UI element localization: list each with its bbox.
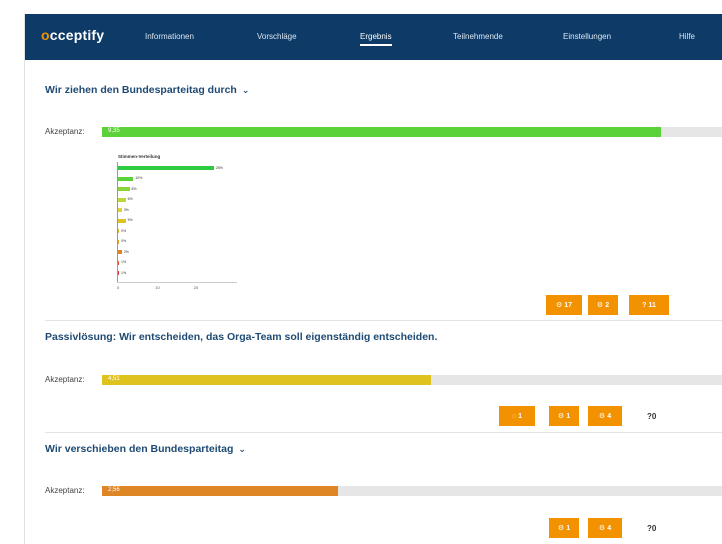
proposal-title[interactable]: Wir verschieben den Bundesparteitag ⌄ <box>45 443 246 455</box>
nav-item-hilfe[interactable]: Hilfe <box>679 32 695 41</box>
comments-button[interactable]: ◌ 1 <box>499 406 535 426</box>
section-divider <box>45 320 722 321</box>
gear-icon: ⚙ <box>596 302 604 309</box>
nav-item-einstellungen[interactable]: Einstellungen <box>563 32 611 41</box>
question-count[interactable]: ?0 <box>647 524 656 533</box>
acceptance-label: Akzeptanz: <box>45 127 85 136</box>
acceptance-value: 2,56 <box>108 487 120 493</box>
app-logo[interactable]: occeptify <box>41 27 104 43</box>
objections-button[interactable]: ⚙ 1 <box>549 406 579 426</box>
chart-bar <box>118 271 119 275</box>
chart-title: Stimmen-Verteilung <box>118 154 161 159</box>
chart-bar <box>118 176 134 181</box>
chart-x-tick-label: 10 <box>155 285 160 290</box>
chart-bar <box>118 239 119 244</box>
votes-button[interactable]: ⚙ 4 <box>588 406 622 426</box>
acceptance-bar: 9,35 <box>102 127 722 137</box>
objections-button[interactable]: ⚙ 2 <box>588 295 618 315</box>
app-frame: occeptify Informationen Vorschläge Ergeb… <box>24 14 722 544</box>
chart-data-label: 6% <box>127 197 133 201</box>
acceptance-value: 9,35 <box>108 128 120 134</box>
gear-icon: ⚙ <box>598 413 606 420</box>
chart-x-axis <box>117 282 237 283</box>
gear-icon: ⚙ <box>555 302 563 309</box>
votes-button[interactable]: ⚙ 4 <box>588 518 622 538</box>
acceptance-bar: 4,51 <box>102 375 722 385</box>
chart-bar <box>118 260 119 265</box>
nav-item-teilnehmende[interactable]: Teilnehmende <box>453 32 503 41</box>
browser-top-strip <box>0 0 722 14</box>
question-count[interactable]: ?0 <box>647 412 656 421</box>
chart-data-label: 1% <box>121 270 127 275</box>
top-navigation-bar: occeptify Informationen Vorschläge Ergeb… <box>25 14 722 60</box>
comment-icon: ◌ <box>511 412 517 420</box>
acceptance-label: Akzeptanz: <box>45 486 85 495</box>
nav-item-ergebnis[interactable]: Ergebnis <box>360 32 392 46</box>
acceptance-bar: 2,56 <box>102 486 722 496</box>
chart-data-label: 0% <box>121 228 127 233</box>
chart-bar <box>118 187 130 191</box>
gear-icon: ⚙ <box>557 525 565 532</box>
chart-data-label: 5% <box>127 218 133 222</box>
gear-icon: ⚙ <box>598 525 606 532</box>
question-icon: ? <box>642 301 647 309</box>
chart-data-label: 10% <box>135 176 143 180</box>
acceptance-bar-fill: 2,56 <box>102 486 338 496</box>
vote-distribution-chart: Stimmen-Verteilung 25% 10% 8% 6% 3% 5% 0% 0% 2% 1… <box>115 154 245 294</box>
chart-x-tick-label: 0 <box>117 285 120 290</box>
chart-bar <box>118 197 126 202</box>
chart-data-label: 25% <box>215 165 223 170</box>
chart-data-label: 8% <box>131 186 137 191</box>
chart-bar <box>118 218 126 223</box>
chevron-down-icon[interactable]: ⌄ <box>238 444 246 455</box>
gear-icon: ⚙ <box>557 413 565 420</box>
chart-x-tick-label: 20 <box>193 285 199 290</box>
chart-bar <box>118 208 122 212</box>
chart-bar <box>118 250 122 254</box>
nav-item-vorschlaege[interactable]: Vorschläge <box>257 32 297 41</box>
section-divider <box>45 432 722 433</box>
objections-button[interactable]: ⚙ 1 <box>549 518 579 538</box>
acceptance-bar-fill: 9,35 <box>102 127 661 137</box>
acceptance-label: Akzeptanz: <box>45 375 85 384</box>
acceptance-bar-fill: 4,51 <box>102 375 432 385</box>
chart-bar <box>118 229 119 233</box>
chart-data-label: 2% <box>123 249 129 254</box>
nav-item-informationen[interactable]: Informationen <box>145 32 194 41</box>
chart-data-label: 0% <box>121 239 127 243</box>
chevron-down-icon[interactable]: ⌄ <box>242 85 250 96</box>
chart-data-label: 3% <box>123 207 129 212</box>
proposal-title[interactable]: Wir ziehen den Bundesparteitag durch ⌄ <box>45 84 249 96</box>
chart-bar <box>118 166 214 170</box>
comments-button[interactable]: ⚙ 17 <box>546 295 582 315</box>
questions-button[interactable]: ? 11 <box>629 295 669 315</box>
acceptance-value: 4,51 <box>108 376 120 382</box>
chart-data-label: 1% <box>121 260 127 264</box>
proposal-title[interactable]: Passivlösung: Wir entscheiden, das Orga-… <box>45 331 437 343</box>
